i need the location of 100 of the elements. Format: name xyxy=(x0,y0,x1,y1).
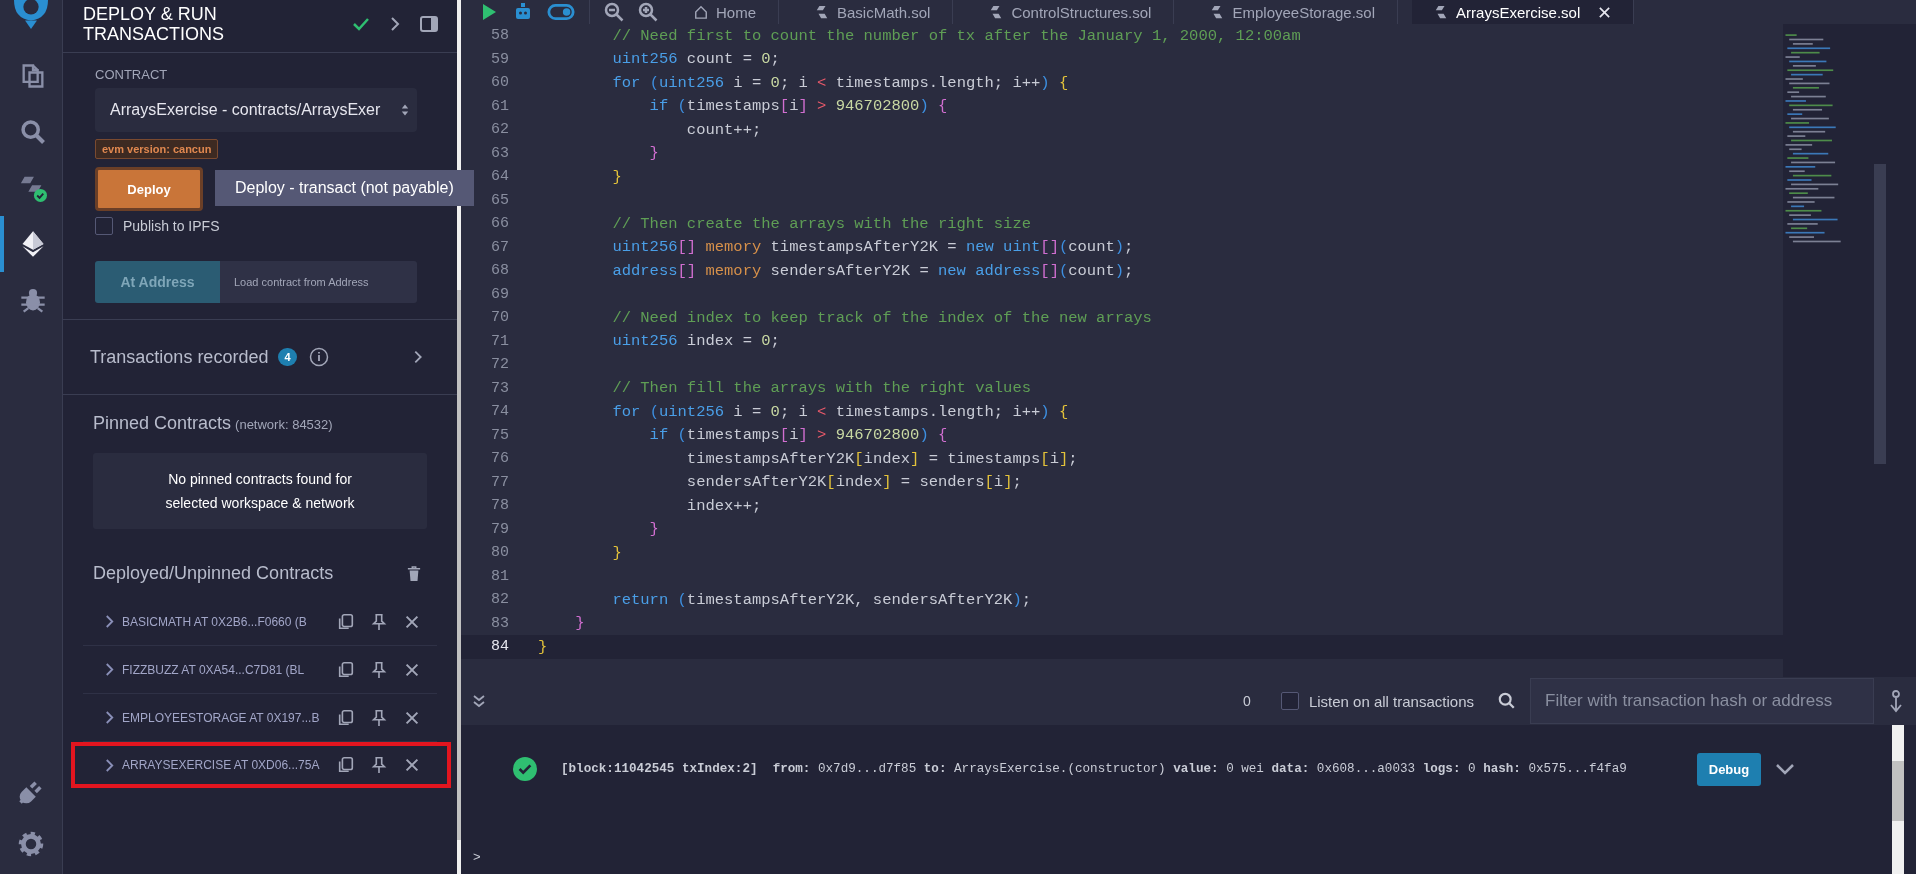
pin-icon[interactable] xyxy=(370,660,388,679)
transaction-log: [block:11042545 txIndex:2] from: 0x7d9...d7f85 to: ArraysExercise.(constructor) value: 0 wei data: 0x608...a0033 logs: 0 hash: 0x575...f4fa9 xyxy=(561,762,1627,776)
line-number: 68 xyxy=(490,262,510,280)
chevron-down-icon[interactable] xyxy=(1775,763,1796,775)
code-line: index++; xyxy=(685,496,762,515)
code-line: uint256[] memory timestampsAfterY2K = new uint[](count); xyxy=(611,238,1134,257)
copy-icon[interactable] xyxy=(337,660,355,679)
chevron-right-icon[interactable] xyxy=(104,614,115,629)
checkbox[interactable] xyxy=(95,217,113,235)
chevron-right-icon[interactable] xyxy=(104,710,115,725)
code-line: sendersAfterY2K[index] = senders[i]; xyxy=(685,473,1022,492)
code-line: } xyxy=(611,543,622,562)
chevron-right-icon[interactable] xyxy=(104,662,115,677)
code-line: return (timestampsAfterY2K, sendersAfterY2K); xyxy=(611,590,1032,609)
zoom-in-icon[interactable] xyxy=(638,2,658,22)
code-line: } xyxy=(648,520,659,539)
code-line: uint256 count = 0; xyxy=(611,50,780,69)
tooltip: Deploy - transact (not payable) xyxy=(215,170,474,206)
code-line: for (uint256 i = 0; i < timestamps.length; i++) { xyxy=(611,402,1069,421)
code-line: // Need index to keep track of the index of the new arrays xyxy=(611,308,1152,327)
line-number: 78 xyxy=(490,497,510,515)
line-number: 79 xyxy=(490,520,510,538)
code-line: } xyxy=(611,167,622,186)
line-number: 82 xyxy=(490,591,510,609)
zoom-out-icon[interactable] xyxy=(604,2,624,22)
section-title[interactable]: Transactions recorded xyxy=(90,346,269,368)
editor-tab[interactable]: ArraysExercise.sol xyxy=(1412,0,1635,24)
debug-button[interactable]: Debug xyxy=(1696,752,1762,786)
panel-title: DEPLOY & RUN TRANSACTIONS xyxy=(83,4,225,44)
line-number: 75 xyxy=(490,426,510,444)
code-line: } xyxy=(538,637,548,656)
tab-label: ControlStructures.sol xyxy=(1011,3,1152,21)
plugin-icon[interactable] xyxy=(17,778,45,806)
line-number: 60 xyxy=(490,74,510,92)
info-icon[interactable] xyxy=(308,347,329,367)
toggle-icon[interactable] xyxy=(547,2,575,22)
tab-label: Home xyxy=(716,3,756,21)
contract-name: ARRAYSEXERCISE AT 0XD06...75A xyxy=(122,758,321,772)
search-icon[interactable] xyxy=(19,118,47,146)
prompt[interactable]: > xyxy=(473,849,481,864)
line-number: 65 xyxy=(490,191,510,209)
solidity-icon xyxy=(1210,5,1225,19)
code-line: // Then create the arrays with the right size xyxy=(611,214,1031,233)
empty-message: No pinned contracts found for selected workspace & network xyxy=(93,453,427,529)
code-line: if (timestamps[i] > 946702800) { xyxy=(648,426,948,445)
close-icon[interactable] xyxy=(1598,5,1612,19)
contract-item[interactable]: FIZZBUZZ AT 0XA54...C7D81 (BL xyxy=(83,646,437,694)
robot-icon[interactable] xyxy=(513,2,533,22)
checkbox-label[interactable]: Publish to IPFS xyxy=(123,218,220,234)
pin-icon[interactable] xyxy=(370,756,388,774)
code-line: } xyxy=(574,614,585,633)
network-label: (network: 84532) xyxy=(235,417,333,432)
panel-toggle-icon[interactable] xyxy=(419,14,439,34)
settings-icon[interactable] xyxy=(17,830,45,858)
copy-icon[interactable] xyxy=(337,612,355,631)
contract-item[interactable]: EMPLOYEESTORAGE AT 0X197...B xyxy=(83,694,437,742)
line-number: 70 xyxy=(490,309,510,327)
contract-select[interactable]: ArraysExercise - contracts/ArraysExer xyxy=(95,88,417,132)
compiler-icon[interactable] xyxy=(19,174,47,202)
line-number: 69 xyxy=(490,285,510,303)
checkbox-label[interactable]: Listen on all transactions xyxy=(1308,692,1474,710)
code-line: } xyxy=(648,144,659,163)
updown-icon xyxy=(401,103,409,117)
filter-field[interactable]: Filter with transaction hash or address xyxy=(1530,678,1874,724)
code-line: timestampsAfterY2K[index] = timestamps[i]; xyxy=(685,449,1078,468)
count-badge: 4 xyxy=(278,348,297,366)
section-title: Deployed/Unpinned Contracts xyxy=(93,563,334,584)
line-number: 80 xyxy=(490,544,510,562)
search-icon xyxy=(1498,692,1516,710)
anchor-icon[interactable] xyxy=(1888,689,1904,713)
solidity-icon xyxy=(1434,5,1449,19)
line-number: 59 xyxy=(490,50,510,68)
line-number: 71 xyxy=(490,332,510,350)
contract-item[interactable]: ARRAYSEXERCISE AT 0XD06...75A xyxy=(71,742,451,788)
line-number: 66 xyxy=(490,215,510,233)
pin-icon[interactable] xyxy=(370,708,388,727)
line-number: 84 xyxy=(490,638,510,656)
copy-icon[interactable] xyxy=(337,708,355,727)
code-line: uint256 index = 0; xyxy=(611,332,780,351)
tab-label: BasicMath.sol xyxy=(837,3,931,21)
line-number: 61 xyxy=(490,97,510,115)
copy-icon[interactable] xyxy=(337,756,355,774)
address-field[interactable]: Load contract from Address xyxy=(220,261,417,303)
trash-icon[interactable] xyxy=(407,565,421,582)
line-number: 63 xyxy=(490,144,510,162)
checkbox[interactable] xyxy=(1280,692,1299,710)
line-number: 72 xyxy=(490,356,510,374)
collapse-icon[interactable] xyxy=(471,693,487,709)
solidity-icon xyxy=(989,5,1004,19)
scrollbar[interactable] xyxy=(1892,725,1904,874)
chevron-right-icon[interactable] xyxy=(104,757,115,773)
close-icon[interactable] xyxy=(403,756,421,774)
evm-version-badge: evm version: cancun xyxy=(95,139,219,159)
contract-item[interactable]: BASICMATH AT 0X2B6...F0660 (B xyxy=(83,598,437,646)
scrollbar[interactable] xyxy=(457,0,461,874)
pending-count: 0 xyxy=(1243,693,1251,709)
pin-icon[interactable] xyxy=(370,612,388,631)
deploy-button[interactable]: Deploy xyxy=(95,167,203,211)
home-icon xyxy=(694,5,708,19)
bug-icon[interactable] xyxy=(19,286,47,314)
